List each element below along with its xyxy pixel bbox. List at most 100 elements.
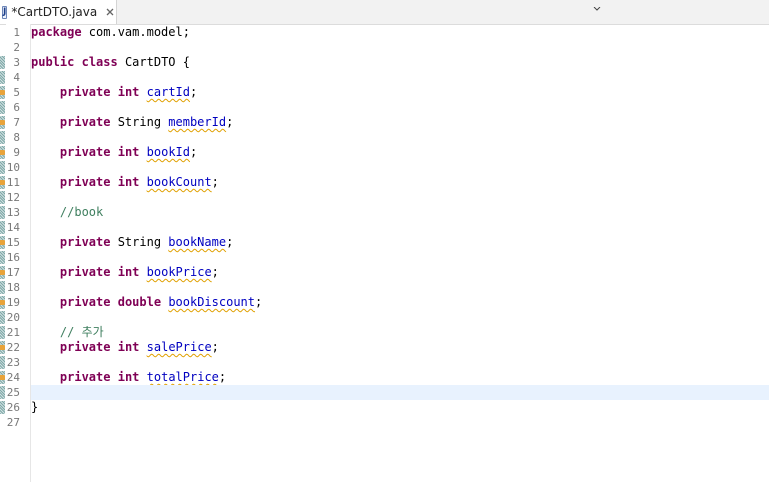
- code-editor[interactable]: 1 2 3 4 5 6 7 8 9 10 11 12 13 14 15 16 17 18 19 20 21 22 23 24 2…: [0, 24, 769, 482]
- code-line[interactable]: }: [31, 400, 769, 415]
- code-line[interactable]: private String bookName;: [31, 235, 769, 250]
- field-name: bookPrice: [146, 265, 212, 279]
- code-line[interactable]: // 추가: [31, 325, 769, 340]
- field-name: totalPrice: [146, 370, 219, 384]
- tab-cartdto-java[interactable]: J *CartDTO.java: [0, 0, 117, 24]
- warning-marker-icon[interactable]: [0, 375, 5, 380]
- line-number: 2: [13, 41, 20, 54]
- warning-marker-icon[interactable]: [0, 120, 5, 125]
- java-file-icon: J: [2, 5, 8, 19]
- line-number: 18: [6, 281, 20, 294]
- keyword: int: [117, 340, 140, 354]
- code-area[interactable]: package com.vam.model; public class CartD…: [31, 24, 769, 482]
- code-line[interactable]: private String memberId;: [31, 115, 769, 130]
- code-line[interactable]: package com.vam.model;: [31, 25, 769, 40]
- line-number: 27: [6, 416, 20, 429]
- line-number: 5: [13, 86, 20, 99]
- code-line[interactable]: private int totalPrice;: [31, 370, 769, 385]
- code-line[interactable]: [31, 220, 769, 235]
- line-number: 19: [6, 296, 20, 309]
- code-line[interactable]: [31, 415, 769, 430]
- line-number: 20: [6, 311, 20, 324]
- code-line[interactable]: [31, 70, 769, 85]
- code-line[interactable]: [31, 280, 769, 295]
- change-marker: [0, 251, 5, 264]
- code-text: String: [110, 115, 169, 129]
- change-marker: [0, 161, 5, 174]
- editor-tab-bar: J *CartDTO.java: [0, 0, 769, 25]
- mouse-cursor-icon: [592, 0, 606, 19]
- line-number: 10: [6, 161, 20, 174]
- code-line[interactable]: private int bookPrice;: [31, 265, 769, 280]
- code-line[interactable]: public class CartDTO {: [31, 55, 769, 70]
- code-text: CartDTO {: [117, 55, 190, 69]
- field-name: cartId: [146, 85, 190, 99]
- line-number: 14: [6, 221, 20, 234]
- code-line[interactable]: private int salePrice;: [31, 340, 769, 355]
- line-number: 7: [13, 116, 20, 129]
- code-text: String: [110, 235, 169, 249]
- line-number: 6: [13, 101, 20, 114]
- change-marker: [0, 206, 5, 219]
- change-marker: [0, 401, 5, 414]
- code-line[interactable]: [31, 190, 769, 205]
- code-line[interactable]: [31, 250, 769, 265]
- warning-marker-icon[interactable]: [0, 150, 5, 155]
- keyword: private: [59, 175, 111, 189]
- code-line[interactable]: [31, 355, 769, 370]
- keyword: class: [81, 55, 118, 69]
- line-number: 23: [6, 356, 20, 369]
- change-marker: [0, 356, 5, 369]
- tab-title: *CartDTO.java: [11, 5, 98, 19]
- keyword: int: [117, 370, 140, 384]
- line-number-gutter: 1 2 3 4 5 6 7 8 9 10 11 12 13 14 15 16 17 18 19 20 21 22 23 24 2…: [6, 24, 31, 482]
- warning-marker-icon[interactable]: [0, 90, 5, 95]
- keyword: private: [59, 235, 111, 249]
- warning-marker-icon[interactable]: [0, 180, 5, 185]
- keyword: int: [117, 265, 140, 279]
- keyword: private: [59, 265, 111, 279]
- line-number: 3: [13, 56, 20, 69]
- code-line[interactable]: [31, 385, 769, 400]
- code-line[interactable]: private int cartId;: [31, 85, 769, 100]
- keyword: public: [31, 55, 75, 69]
- keyword: private: [59, 145, 111, 159]
- code-line[interactable]: [31, 160, 769, 175]
- code-line[interactable]: private int bookCount;: [31, 175, 769, 190]
- line-number: 15: [6, 236, 20, 249]
- code-line[interactable]: [31, 100, 769, 115]
- code-line[interactable]: [31, 310, 769, 325]
- line-number: 26: [6, 401, 20, 414]
- code-line[interactable]: [31, 130, 769, 145]
- line-number: 17: [6, 266, 20, 279]
- keyword: private: [59, 370, 111, 384]
- close-icon[interactable]: [104, 6, 116, 18]
- change-marker: [0, 191, 5, 204]
- warning-marker-icon[interactable]: [0, 240, 5, 245]
- keyword: package: [31, 25, 82, 39]
- code-line[interactable]: private double bookDiscount;: [31, 295, 769, 310]
- keyword: double: [117, 295, 162, 309]
- warning-marker-icon[interactable]: [0, 270, 5, 275]
- code-line[interactable]: //book: [31, 205, 769, 220]
- code-text: ;: [226, 115, 234, 129]
- warning-marker-icon[interactable]: [0, 300, 5, 305]
- warning-marker-icon[interactable]: [0, 345, 5, 350]
- code-line[interactable]: private int bookId;: [31, 145, 769, 160]
- line-number: 24: [6, 371, 20, 384]
- code-line[interactable]: [31, 40, 769, 55]
- change-marker: [0, 326, 5, 339]
- comment: //book: [59, 205, 104, 219]
